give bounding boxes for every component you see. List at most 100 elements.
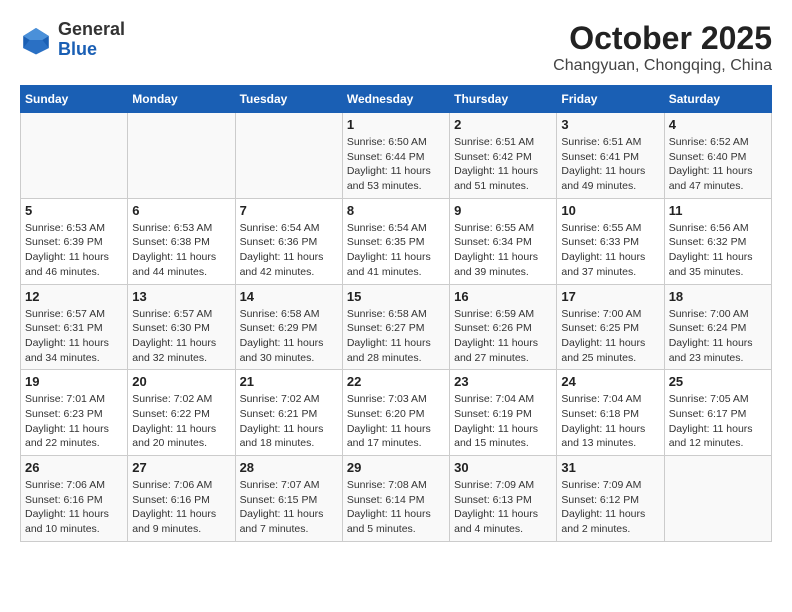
calendar-cell: 12Sunrise: 6:57 AMSunset: 6:31 PMDayligh… xyxy=(21,284,128,370)
calendar-cell: 8 Sunrise: 6:54 AMSunset: 6:35 PMDaylight… xyxy=(342,198,449,284)
calendar-cell: 7 Sunrise: 6:54 AMSunset: 6:36 PMDaylight… xyxy=(235,198,342,284)
calendar-cell: 24 Sunrise: 7:04 AMSunset: 6:18 PMDayligh… xyxy=(557,370,664,456)
calendar-week-3: 12Sunrise: 6:57 AMSunset: 6:31 PMDayligh… xyxy=(21,284,772,370)
calendar-week-1: 1 Sunrise: 6:50 AMSunset: 6:44 PMDaylight… xyxy=(21,113,772,199)
day-info: Sunrise: 6:52 AMSunset: 6:40 PMDaylight:… xyxy=(669,135,767,194)
day-info: Sunrise: 6:58 AMSunset: 6:29 PMDaylight:… xyxy=(240,307,338,366)
calendar-week-4: 19 Sunrise: 7:01 AMSunset: 6:23 PMDayligh… xyxy=(21,370,772,456)
day-number: 11 xyxy=(669,203,767,218)
calendar-cell: 16 Sunrise: 6:59 AMSunset: 6:26 PMDayligh… xyxy=(450,284,557,370)
calendar-cell: 26Sunrise: 7:06 AMSunset: 6:16 PMDayligh… xyxy=(21,456,128,542)
day-info: Sunrise: 6:57 AMSunset: 6:30 PMDaylight:… xyxy=(132,307,230,366)
day-info: Sunrise: 6:54 AMSunset: 6:36 PMDaylight:… xyxy=(240,221,338,280)
calendar-week-2: 5 Sunrise: 6:53 AMSunset: 6:39 PMDaylight… xyxy=(21,198,772,284)
calendar-cell: 22 Sunrise: 7:03 AMSunset: 6:20 PMDayligh… xyxy=(342,370,449,456)
day-info: Sunrise: 7:03 AMSunset: 6:20 PMDaylight:… xyxy=(347,392,445,451)
day-info: Sunrise: 7:00 AMSunset: 6:24 PMDaylight:… xyxy=(669,307,767,366)
day-number: 2 xyxy=(454,117,552,132)
logo-text: General Blue xyxy=(58,20,125,60)
calendar-cell xyxy=(128,113,235,199)
day-number: 7 xyxy=(240,203,338,218)
day-number: 31 xyxy=(561,460,659,475)
day-info: Sunrise: 7:01 AMSunset: 6:23 PMDaylight:… xyxy=(25,392,123,451)
logo-icon xyxy=(20,24,52,56)
day-info: Sunrise: 7:06 AMSunset: 6:16 PMDaylight:… xyxy=(132,478,230,537)
day-info: Sunrise: 6:50 AMSunset: 6:44 PMDaylight:… xyxy=(347,135,445,194)
weekday-header-row: SundayMondayTuesdayWednesdayThursdayFrid… xyxy=(21,86,772,113)
page-header: General Blue October 2025 Changyuan, Cho… xyxy=(20,20,772,75)
day-number: 6 xyxy=(132,203,230,218)
calendar-cell: 23 Sunrise: 7:04 AMSunset: 6:19 PMDayligh… xyxy=(450,370,557,456)
day-number: 27 xyxy=(132,460,230,475)
calendar-week-5: 26Sunrise: 7:06 AMSunset: 6:16 PMDayligh… xyxy=(21,456,772,542)
day-number: 16 xyxy=(454,289,552,304)
calendar-cell: 14 Sunrise: 6:58 AMSunset: 6:29 PMDayligh… xyxy=(235,284,342,370)
calendar-cell: 31 Sunrise: 7:09 AMSunset: 6:12 PMDayligh… xyxy=(557,456,664,542)
day-number: 15 xyxy=(347,289,445,304)
day-info: Sunrise: 6:56 AMSunset: 6:32 PMDaylight:… xyxy=(669,221,767,280)
day-number: 3 xyxy=(561,117,659,132)
day-info: Sunrise: 6:53 AMSunset: 6:39 PMDaylight:… xyxy=(25,221,123,280)
day-number: 5 xyxy=(25,203,123,218)
day-number: 28 xyxy=(240,460,338,475)
calendar-cell: 1 Sunrise: 6:50 AMSunset: 6:44 PMDaylight… xyxy=(342,113,449,199)
day-number: 8 xyxy=(347,203,445,218)
day-info: Sunrise: 6:51 AMSunset: 6:41 PMDaylight:… xyxy=(561,135,659,194)
day-number: 24 xyxy=(561,374,659,389)
day-info: Sunrise: 7:09 AMSunset: 6:12 PMDaylight:… xyxy=(561,478,659,537)
day-info: Sunrise: 6:59 AMSunset: 6:26 PMDaylight:… xyxy=(454,307,552,366)
calendar-cell: 18Sunrise: 7:00 AMSunset: 6:24 PMDayligh… xyxy=(664,284,771,370)
day-info: Sunrise: 7:09 AMSunset: 6:13 PMDaylight:… xyxy=(454,478,552,537)
calendar-cell: 2Sunrise: 6:51 AMSunset: 6:42 PMDaylight… xyxy=(450,113,557,199)
weekday-header-sunday: Sunday xyxy=(21,86,128,113)
calendar-cell: 11 Sunrise: 6:56 AMSunset: 6:32 PMDayligh… xyxy=(664,198,771,284)
day-info: Sunrise: 7:06 AMSunset: 6:16 PMDaylight:… xyxy=(25,478,123,537)
day-number: 17 xyxy=(561,289,659,304)
day-number: 13 xyxy=(132,289,230,304)
day-info: Sunrise: 6:58 AMSunset: 6:27 PMDaylight:… xyxy=(347,307,445,366)
weekday-header-thursday: Thursday xyxy=(450,86,557,113)
calendar-cell xyxy=(21,113,128,199)
day-number: 14 xyxy=(240,289,338,304)
calendar-cell: 21 Sunrise: 7:02 AMSunset: 6:21 PMDayligh… xyxy=(235,370,342,456)
day-info: Sunrise: 6:54 AMSunset: 6:35 PMDaylight:… xyxy=(347,221,445,280)
calendar-cell: 4Sunrise: 6:52 AMSunset: 6:40 PMDaylight… xyxy=(664,113,771,199)
calendar-cell: 17 Sunrise: 7:00 AMSunset: 6:25 PMDayligh… xyxy=(557,284,664,370)
day-info: Sunrise: 7:07 AMSunset: 6:15 PMDaylight:… xyxy=(240,478,338,537)
calendar-cell: 30 Sunrise: 7:09 AMSunset: 6:13 PMDayligh… xyxy=(450,456,557,542)
calendar-cell: 13 Sunrise: 6:57 AMSunset: 6:30 PMDayligh… xyxy=(128,284,235,370)
calendar-cell: 15 Sunrise: 6:58 AMSunset: 6:27 PMDayligh… xyxy=(342,284,449,370)
day-number: 22 xyxy=(347,374,445,389)
calendar-cell: 29Sunrise: 7:08 AMSunset: 6:14 PMDayligh… xyxy=(342,456,449,542)
weekday-header-monday: Monday xyxy=(128,86,235,113)
day-number: 10 xyxy=(561,203,659,218)
calendar-cell: 25 Sunrise: 7:05 AMSunset: 6:17 PMDayligh… xyxy=(664,370,771,456)
day-info: Sunrise: 7:05 AMSunset: 6:17 PMDaylight:… xyxy=(669,392,767,451)
day-info: Sunrise: 6:53 AMSunset: 6:38 PMDaylight:… xyxy=(132,221,230,280)
title-block: October 2025 Changyuan, Chongqing, China xyxy=(553,20,772,75)
day-info: Sunrise: 7:02 AMSunset: 6:21 PMDaylight:… xyxy=(240,392,338,451)
day-number: 21 xyxy=(240,374,338,389)
day-info: Sunrise: 6:55 AMSunset: 6:34 PMDaylight:… xyxy=(454,221,552,280)
logo: General Blue xyxy=(20,20,125,60)
day-number: 25 xyxy=(669,374,767,389)
weekday-header-friday: Friday xyxy=(557,86,664,113)
day-info: Sunrise: 6:55 AMSunset: 6:33 PMDaylight:… xyxy=(561,221,659,280)
weekday-header-wednesday: Wednesday xyxy=(342,86,449,113)
day-number: 23 xyxy=(454,374,552,389)
day-info: Sunrise: 7:04 AMSunset: 6:19 PMDaylight:… xyxy=(454,392,552,451)
day-info: Sunrise: 7:00 AMSunset: 6:25 PMDaylight:… xyxy=(561,307,659,366)
weekday-header-saturday: Saturday xyxy=(664,86,771,113)
day-info: Sunrise: 7:04 AMSunset: 6:18 PMDaylight:… xyxy=(561,392,659,451)
calendar-cell: 28 Sunrise: 7:07 AMSunset: 6:15 PMDayligh… xyxy=(235,456,342,542)
calendar-cell: 3 Sunrise: 6:51 AMSunset: 6:41 PMDaylight… xyxy=(557,113,664,199)
day-number: 30 xyxy=(454,460,552,475)
day-number: 1 xyxy=(347,117,445,132)
page-title: October 2025 xyxy=(553,20,772,57)
calendar-cell: 5 Sunrise: 6:53 AMSunset: 6:39 PMDaylight… xyxy=(21,198,128,284)
calendar-cell: 27 Sunrise: 7:06 AMSunset: 6:16 PMDayligh… xyxy=(128,456,235,542)
calendar-cell: 9Sunrise: 6:55 AMSunset: 6:34 PMDaylight… xyxy=(450,198,557,284)
day-info: Sunrise: 6:57 AMSunset: 6:31 PMDaylight:… xyxy=(25,307,123,366)
calendar-cell: 19 Sunrise: 7:01 AMSunset: 6:23 PMDayligh… xyxy=(21,370,128,456)
day-number: 19 xyxy=(25,374,123,389)
